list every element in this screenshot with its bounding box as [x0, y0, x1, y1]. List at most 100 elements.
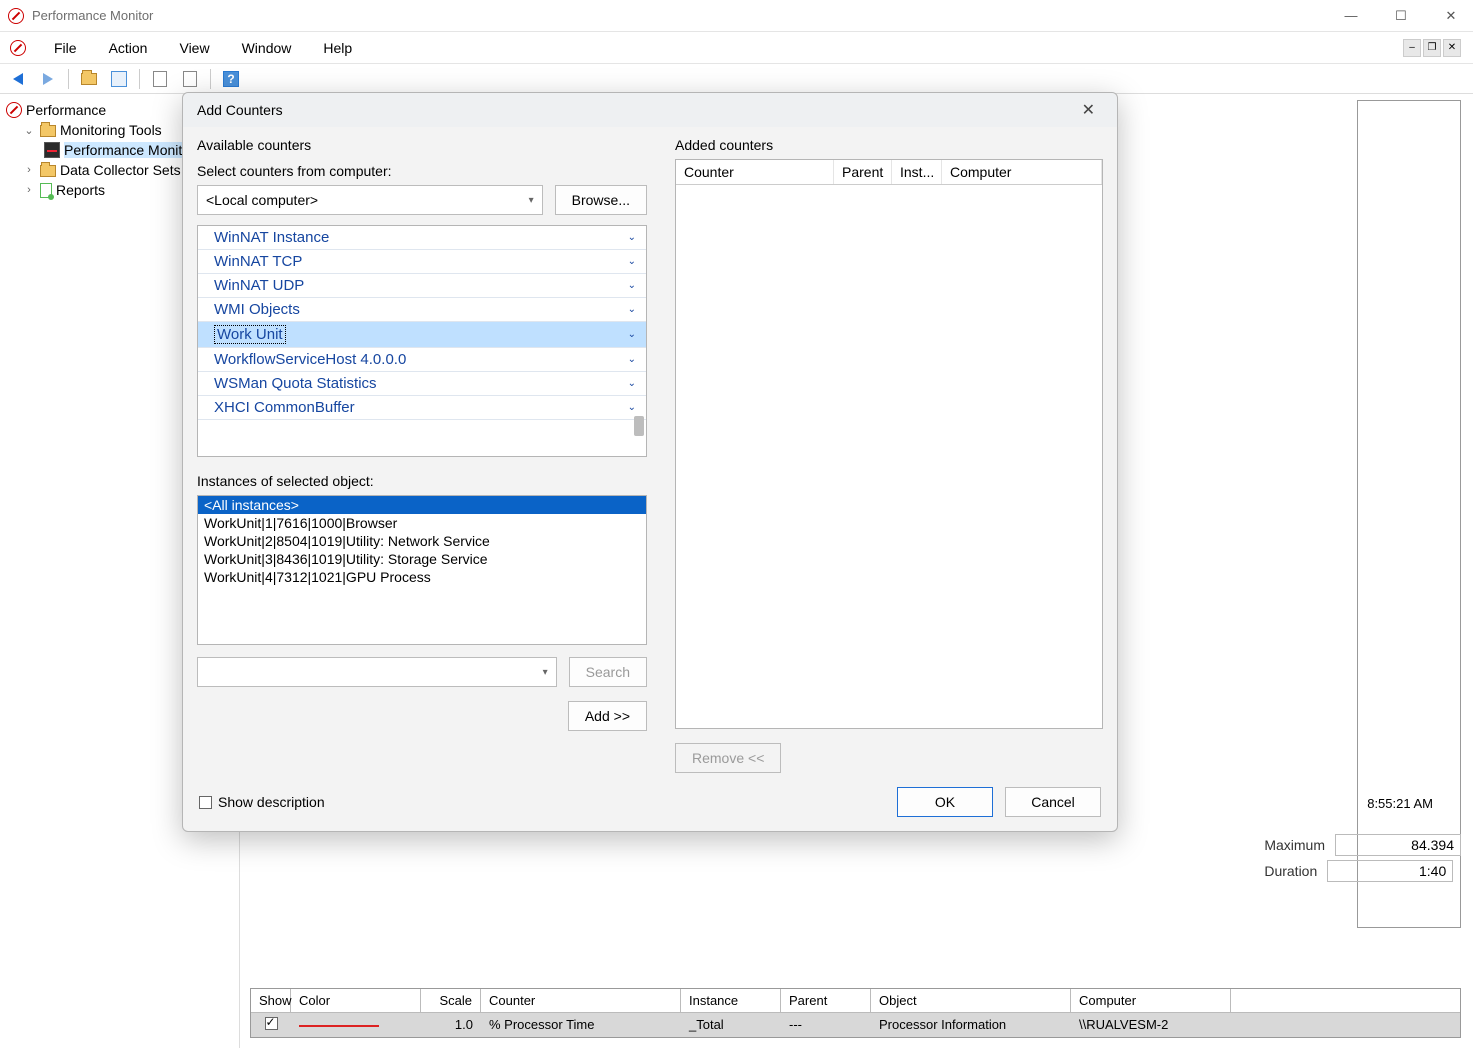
help-icon: ? [223, 71, 239, 87]
app-icon-small [10, 40, 26, 56]
search-button[interactable]: Search [569, 657, 647, 687]
added-head-inst[interactable]: Inst... [892, 160, 942, 184]
chevron-down-icon: ⌄ [628, 354, 636, 365]
max-label: Maximum [1264, 837, 1325, 853]
show-hide-button[interactable] [107, 67, 131, 91]
document-icon-2 [183, 71, 197, 87]
added-counters-grid: Counter Parent Inst... Computer [675, 159, 1103, 729]
menu-view[interactable]: View [165, 36, 223, 60]
mdi-restore-button[interactable]: ❐ [1423, 39, 1441, 57]
dialog-title: Add Counters [197, 102, 283, 118]
chevron-down-icon: ⌄ [628, 280, 636, 291]
export-button[interactable] [178, 67, 202, 91]
legend-head-show[interactable]: Show [251, 989, 291, 1012]
counter-list[interactable]: WinNAT Instance⌄WinNAT TCP⌄WinNAT UDP⌄WM… [197, 225, 647, 457]
titlebar: Performance Monitor — ☐ ✕ [0, 0, 1473, 32]
folder-icon [40, 165, 56, 177]
show-description-checkbox[interactable] [199, 796, 212, 809]
chevron-down-icon: ⌄ [628, 256, 636, 267]
counter-item[interactable]: WSMan Quota Statistics⌄ [198, 372, 646, 396]
legend-head-object[interactable]: Object [871, 989, 1071, 1012]
legend-head-counter[interactable]: Counter [481, 989, 681, 1012]
instance-item[interactable]: <All instances> [198, 496, 646, 514]
back-button[interactable] [6, 67, 30, 91]
chevron-down-icon: ⌄ [628, 329, 636, 340]
chevron-down-icon: ⌄ [628, 232, 636, 243]
monitor-icon [44, 142, 60, 158]
report-icon [40, 183, 52, 198]
counter-item[interactable]: WinNAT Instance⌄ [198, 226, 646, 250]
document-icon [153, 71, 167, 87]
added-head-parent[interactable]: Parent [834, 160, 892, 184]
cancel-button[interactable]: Cancel [1005, 787, 1101, 817]
menu-window[interactable]: Window [228, 36, 306, 60]
collapse-icon[interactable]: ⌄ [22, 124, 36, 137]
counter-item[interactable]: Work Unit⌄ [198, 322, 646, 348]
folder-icon [40, 125, 56, 137]
color-swatch [299, 1025, 379, 1027]
legend-head-computer[interactable]: Computer [1071, 989, 1231, 1012]
forward-button[interactable] [36, 67, 60, 91]
add-button[interactable]: Add >> [568, 701, 647, 731]
show-checkbox[interactable] [265, 1017, 278, 1030]
mdi-minimize-button[interactable]: – [1403, 39, 1421, 57]
toolbar: ? [0, 64, 1473, 94]
arrow-left-icon [13, 73, 23, 85]
added-head-counter[interactable]: Counter [676, 160, 834, 184]
available-counters-label: Available counters [197, 137, 647, 153]
ok-button[interactable]: OK [897, 787, 993, 817]
legend-head-parent[interactable]: Parent [781, 989, 871, 1012]
added-head-computer[interactable]: Computer [942, 160, 1102, 184]
close-button[interactable]: ✕ [1437, 8, 1465, 24]
counter-item[interactable]: XHCI CommonBuffer⌄ [198, 396, 646, 420]
add-counters-dialog: Add Counters ✕ Available counters Select… [182, 92, 1118, 832]
chevron-down-icon: ▾ [543, 667, 548, 678]
menubar: File Action View Window Help – ❐ ✕ [0, 32, 1473, 64]
instance-item[interactable]: WorkUnit|1|7616|1000|Browser [198, 514, 646, 532]
chevron-down-icon: ⌄ [628, 304, 636, 315]
menu-file[interactable]: File [40, 36, 91, 60]
legend-head-instance[interactable]: Instance [681, 989, 781, 1012]
timestamp: 8:55:21 AM [1367, 796, 1433, 811]
properties-button[interactable] [148, 67, 172, 91]
legend-row[interactable]: 1.0 % Processor Time _Total --- Processo… [251, 1013, 1460, 1037]
counter-item[interactable]: WorkflowServiceHost 4.0.0.0⌄ [198, 348, 646, 372]
expand-icon[interactable]: › [22, 164, 36, 176]
menu-help[interactable]: Help [309, 36, 366, 60]
max-value: 84.394 [1335, 834, 1461, 856]
legend-head-scale[interactable]: Scale [421, 989, 481, 1012]
browse-button[interactable]: Browse... [555, 185, 647, 215]
window-title: Performance Monitor [32, 8, 153, 23]
mdi-close-button[interactable]: ✕ [1443, 39, 1461, 57]
pane-icon [111, 71, 127, 87]
dialog-close-button[interactable]: ✕ [1074, 96, 1103, 124]
counter-item[interactable]: WinNAT UDP⌄ [198, 274, 646, 298]
instance-search-combo[interactable]: ▾ [197, 657, 557, 687]
show-description-label: Show description [218, 794, 325, 810]
instance-item[interactable]: WorkUnit|3|8436|1019|Utility: Storage Se… [198, 550, 646, 568]
dur-value: 1:40 [1327, 860, 1453, 882]
counter-item[interactable]: WMI Objects⌄ [198, 298, 646, 322]
instances-label: Instances of selected object: [197, 473, 647, 489]
dur-label: Duration [1264, 863, 1317, 879]
menu-action[interactable]: Action [95, 36, 162, 60]
legend-head-color[interactable]: Color [291, 989, 421, 1012]
computer-combo[interactable]: <Local computer> ▾ [197, 185, 543, 215]
open-button[interactable] [77, 67, 101, 91]
legend-table: Show Color Scale Counter Instance Parent… [250, 988, 1461, 1038]
instance-item[interactable]: WorkUnit|2|8504|1019|Utility: Network Se… [198, 532, 646, 550]
minimize-button[interactable]: — [1337, 8, 1365, 24]
folder-icon [81, 73, 97, 85]
arrow-right-icon [43, 73, 53, 85]
expand-icon[interactable]: › [22, 184, 36, 196]
counter-item[interactable]: WinNAT TCP⌄ [198, 250, 646, 274]
help-button[interactable]: ? [219, 67, 243, 91]
instances-list[interactable]: <All instances>WorkUnit|1|7616|1000|Brow… [197, 495, 647, 645]
added-counters-label: Added counters [675, 137, 1103, 153]
chevron-down-icon: ⌄ [628, 378, 636, 389]
instance-item[interactable]: WorkUnit|4|7312|1021|GPU Process [198, 568, 646, 586]
chevron-down-icon: ⌄ [628, 402, 636, 413]
maximize-button[interactable]: ☐ [1387, 8, 1415, 24]
remove-button[interactable]: Remove << [675, 743, 781, 773]
scrollbar-thumb[interactable] [634, 416, 644, 436]
